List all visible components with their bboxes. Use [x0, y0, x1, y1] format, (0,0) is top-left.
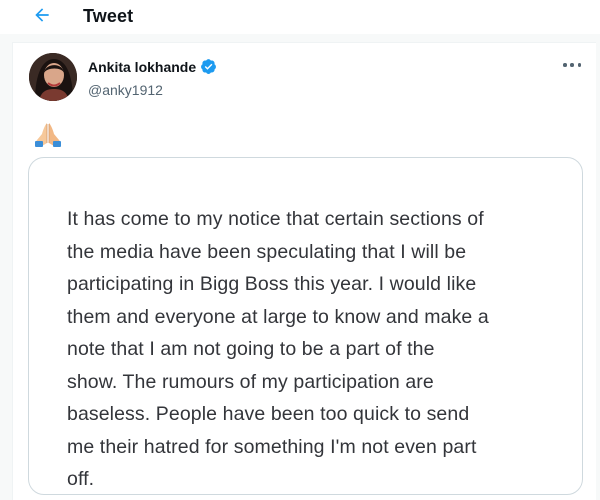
- avatar-image: [29, 53, 77, 101]
- image-text-line: It has come to my notice that certain se…: [67, 208, 484, 230]
- image-text-line: participating in Bigg Boss this year. I …: [67, 273, 477, 295]
- page-title: Tweet: [83, 6, 134, 26]
- image-text-line: them and everyone at large to know and m…: [67, 305, 489, 328]
- more-horizontal-icon: [563, 63, 567, 67]
- arrow-left-icon: [35, 8, 49, 22]
- image-text-line: baseless. People have been too quick to …: [67, 403, 470, 425]
- tweet-card: Ankita lokhande @anky1912 It has come to…: [12, 42, 596, 500]
- top-bar: Tweet: [0, 0, 600, 34]
- more-options-button[interactable]: [563, 61, 581, 69]
- image-text-line: note that I am not going to be a part of…: [67, 338, 435, 360]
- avatar[interactable]: [29, 53, 77, 101]
- image-text-line: off.: [67, 468, 95, 490]
- tweet-image[interactable]: It has come to my notice that certain se…: [28, 157, 583, 495]
- verified-badge-icon: [201, 59, 217, 74]
- back-button[interactable]: [32, 5, 52, 25]
- author-name[interactable]: Ankita lokhande: [88, 59, 196, 75]
- image-text-line: me their hatred for something I'm not ev…: [67, 435, 477, 458]
- folded-hands-emoji: [34, 122, 62, 148]
- image-text-line: the media have been speculating that I w…: [67, 240, 467, 263]
- image-text-line: show. The rumours of my participation ar…: [67, 370, 434, 393]
- image-text: It has come to my notice that certain se…: [67, 203, 567, 494]
- author-handle[interactable]: @anky1912: [88, 82, 163, 98]
- author-name-row[interactable]: Ankita lokhande: [88, 58, 217, 75]
